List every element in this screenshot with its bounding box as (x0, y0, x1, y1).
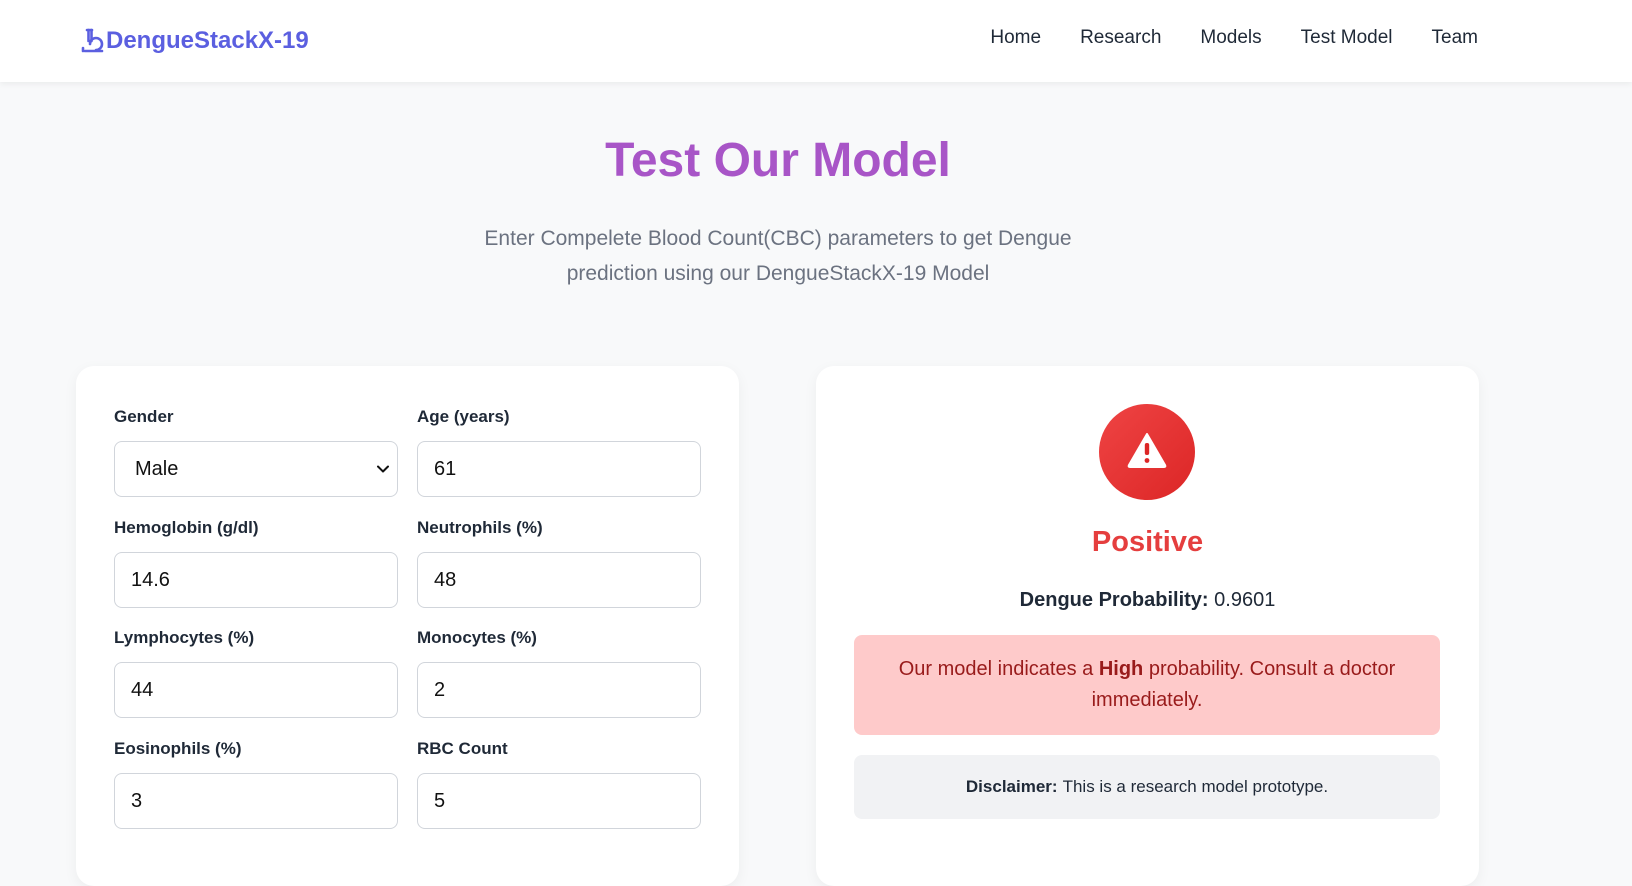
nav-models-link[interactable]: Models (1200, 27, 1261, 49)
brand-logo-link[interactable]: DengueStackX-19 (80, 25, 309, 57)
monocytes-label: Monocytes (%) (417, 628, 537, 647)
microscope-icon (80, 28, 104, 54)
probability-label: Dengue Probability: (1019, 589, 1209, 611)
neutrophils-field: Neutrophils (%) 48 (417, 518, 701, 608)
risk-alert-prefix: Our model indicates a (898, 658, 1094, 680)
gender-field: Gender Male (114, 407, 398, 497)
risk-alert: Our model indicates a High probability. … (854, 635, 1440, 735)
lymphocytes-input[interactable]: 44 (114, 662, 398, 718)
page-title: Test Our Model (605, 134, 951, 187)
probability-value: 0.9601 (1214, 589, 1276, 611)
gender-label: Gender (114, 407, 174, 426)
gender-select[interactable]: Male (114, 441, 398, 497)
hemoglobin-input[interactable]: 14.6 (114, 552, 398, 608)
brand-name: DengueStackX-19 (106, 27, 309, 54)
monocytes-input[interactable]: 2 (417, 662, 701, 718)
result-icon-badge (1099, 404, 1195, 500)
disclaimer-text: This is a research model prototype. (1062, 777, 1329, 796)
disclaimer-box: Disclaimer: This is a research model pro… (854, 755, 1440, 819)
page-subtitle-line-1: Enter Compelete Blood Count(CBC) paramet… (484, 227, 1072, 250)
page-subtitle: Enter Compelete Blood Count(CBC) paramet… (400, 221, 1156, 291)
age-label: Age (years) (417, 407, 510, 426)
main-nav: Home Research Models Test Model Team (990, 27, 1478, 49)
nav-test-model-link[interactable]: Test Model (1301, 27, 1393, 49)
nav-home-link[interactable]: Home (990, 27, 1041, 49)
nav-research-link[interactable]: Research (1080, 27, 1161, 49)
prediction-label: Positive (1091, 526, 1204, 558)
hemoglobin-field: Hemoglobin (g/dl) 14.6 (114, 518, 398, 608)
lymphocytes-label: Lymphocytes (%) (114, 628, 255, 647)
eosinophils-input[interactable]: 3 (114, 773, 398, 829)
disclaimer-label: Disclaimer: (965, 777, 1058, 796)
nav-team-link[interactable]: Team (1432, 27, 1478, 49)
probability-line: Dengue Probability: 0.9601 (816, 589, 1479, 612)
lymphocytes-field: Lymphocytes (%) 44 (114, 628, 398, 718)
navbar: DengueStackX-19 Home Research Models Tes… (0, 0, 1632, 82)
hemoglobin-label: Hemoglobin (g/dl) (114, 518, 259, 537)
risk-level: High (1098, 658, 1144, 680)
rbc-field: RBC Count 5 (417, 739, 701, 829)
eosinophils-field: Eosinophils (%) 3 (114, 739, 398, 829)
risk-alert-text: Our model indicates a High probability. … (884, 654, 1410, 716)
prediction-result-card: Positive Dengue Probability: 0.9601 Our … (816, 366, 1479, 886)
cbc-form-card: Gender Male Age (years) 61 Hemoglobin (g… (76, 366, 739, 886)
rbc-input[interactable]: 5 (417, 773, 701, 829)
warning-icon (1127, 432, 1167, 473)
eosinophils-label: Eosinophils (%) (114, 739, 242, 758)
neutrophils-label: Neutrophils (%) (417, 518, 543, 537)
neutrophils-input[interactable]: 48 (417, 552, 701, 608)
page-subtitle-line-2: prediction using our DengueStackX-19 Mod… (566, 262, 990, 285)
age-field: Age (years) 61 (417, 407, 701, 497)
rbc-label: RBC Count (417, 739, 508, 758)
age-input[interactable]: 61 (417, 441, 701, 497)
monocytes-field: Monocytes (%) 2 (417, 628, 701, 718)
